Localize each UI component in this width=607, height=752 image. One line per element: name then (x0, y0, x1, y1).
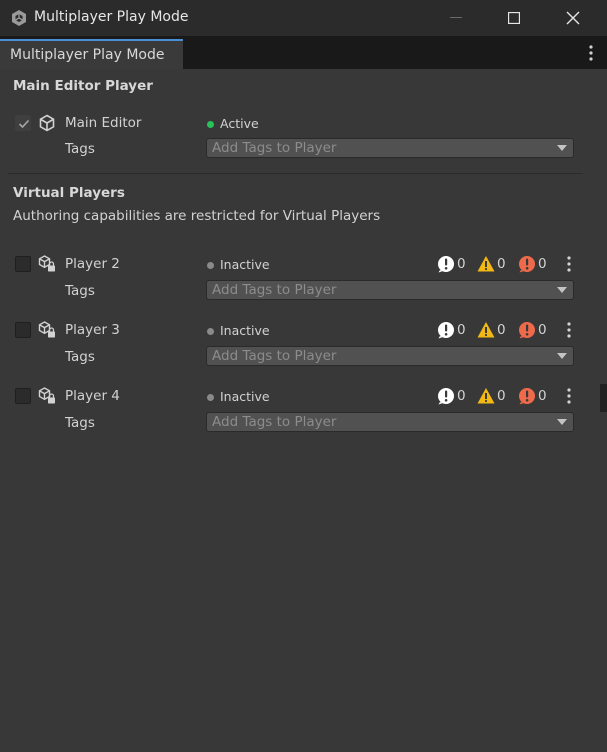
close-button[interactable] (544, 0, 602, 36)
player-tags-dropdown[interactable]: Add Tags to Player (206, 412, 574, 432)
player-options-icon[interactable] (565, 321, 573, 339)
main-editor-section-title: Main Editor Player (13, 78, 153, 94)
player-status: Inactive (220, 323, 270, 338)
chevron-down-icon (557, 145, 567, 151)
minimize-icon (450, 17, 462, 18)
main-editor-tags-label: Tags (65, 141, 95, 157)
window-menu-icon[interactable] (587, 44, 595, 62)
virtual-players-section-title: Virtual Players (13, 185, 125, 201)
tags-dropdown-placeholder: Add Tags to Player (212, 140, 337, 156)
error-icon (519, 322, 535, 339)
virtual-player-icon (38, 255, 55, 272)
warning-count: 0 (497, 388, 506, 404)
maximize-icon (508, 12, 520, 24)
inactive-status-dot (207, 328, 214, 335)
player-options-icon[interactable] (565, 387, 573, 405)
info-count: 0 (457, 322, 466, 338)
warning-count: 0 (497, 322, 506, 338)
virtual-player-icon (38, 321, 55, 338)
window-titlebar: Multiplayer Play Mode (0, 0, 607, 36)
player-checkbox[interactable] (15, 322, 31, 338)
maximize-button[interactable] (485, 0, 543, 36)
player-status: Inactive (220, 389, 270, 404)
info-icon (438, 388, 454, 405)
chevron-down-icon (557, 419, 567, 425)
error-icon (519, 388, 535, 405)
chevron-down-icon (557, 353, 567, 359)
inactive-status-dot (207, 262, 214, 269)
error-icon (519, 256, 535, 273)
player-tags-label: Tags (65, 283, 95, 299)
warning-icon (477, 388, 495, 404)
main-editor-tags-dropdown[interactable]: Add Tags to Player (206, 138, 574, 158)
tags-dropdown-placeholder: Add Tags to Player (212, 282, 337, 298)
chevron-down-icon (557, 287, 567, 293)
virtual-players-notice: Authoring capabilities are restricted fo… (13, 208, 381, 224)
window-title: Multiplayer Play Mode (34, 9, 189, 25)
player-status: Inactive (220, 257, 270, 272)
player-tags-label: Tags (65, 415, 95, 431)
main-editor-checkbox[interactable] (15, 115, 31, 131)
window-edge (600, 384, 607, 412)
warning-count: 0 (497, 256, 506, 272)
inactive-status-dot (207, 394, 214, 401)
player-checkbox[interactable] (15, 388, 31, 404)
player-checkbox[interactable] (15, 256, 31, 272)
tags-dropdown-placeholder: Add Tags to Player (212, 414, 337, 430)
error-count: 0 (538, 388, 547, 404)
error-count: 0 (538, 322, 547, 338)
main-editor-name: Main Editor (65, 115, 142, 131)
player-tags-dropdown[interactable]: Add Tags to Player (206, 280, 574, 300)
error-count: 0 (538, 256, 547, 272)
tags-dropdown-placeholder: Add Tags to Player (212, 348, 337, 364)
warning-icon (477, 322, 495, 338)
unity-logo-icon (12, 10, 26, 26)
tab-label: Multiplayer Play Mode (10, 47, 165, 63)
close-icon (566, 11, 580, 25)
player-options-icon[interactable] (565, 255, 573, 273)
info-count: 0 (457, 388, 466, 404)
player-tags-dropdown[interactable]: Add Tags to Player (206, 346, 574, 366)
virtual-player-icon (38, 387, 55, 404)
player-name: Player 3 (65, 322, 120, 338)
player-tags-label: Tags (65, 349, 95, 365)
checkmark-icon (18, 119, 30, 129)
unity-cube-icon (39, 114, 55, 132)
warning-icon (477, 256, 495, 272)
player-name: Player 2 (65, 256, 120, 272)
minimize-button[interactable] (427, 0, 485, 36)
info-icon (438, 256, 454, 273)
player-name: Player 4 (65, 388, 120, 404)
active-status-dot (207, 121, 214, 128)
tab-bar: Multiplayer Play Mode (0, 36, 607, 69)
tab-multiplayer-play-mode[interactable]: Multiplayer Play Mode (0, 39, 183, 69)
section-divider (8, 173, 583, 174)
info-count: 0 (457, 256, 466, 272)
main-editor-status: Active (220, 116, 259, 131)
info-icon (438, 322, 454, 339)
